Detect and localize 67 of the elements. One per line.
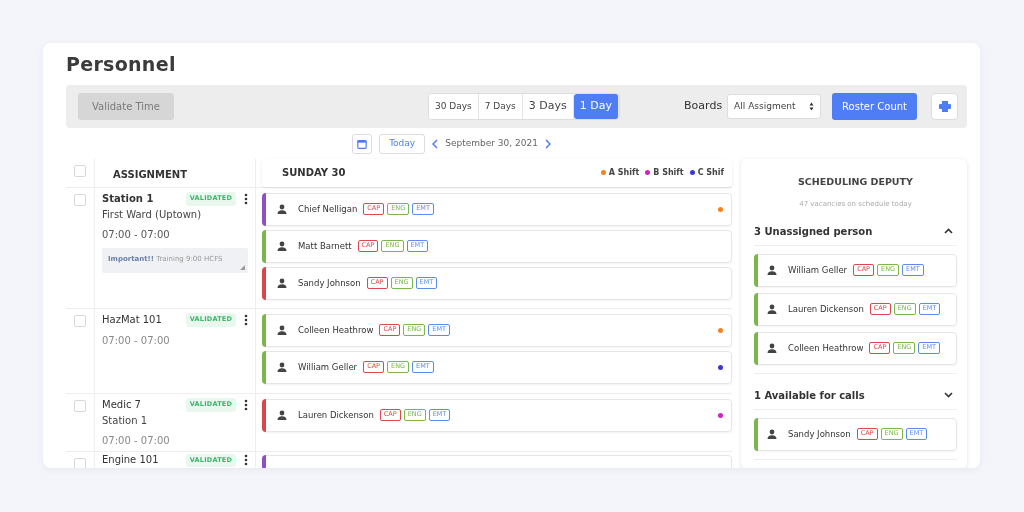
person-name: Lauren Dickenson — [298, 408, 374, 422]
range-tab[interactable]: 1 Day — [573, 93, 619, 119]
next-button[interactable] — [544, 138, 551, 149]
person-name: Colleen Heathrow — [788, 341, 864, 355]
person-icon — [277, 362, 287, 373]
assignment-name: Station 1 — [102, 192, 154, 205]
print-button[interactable] — [931, 92, 958, 120]
section-title: 1 Available for calls — [754, 388, 865, 403]
more-icon[interactable] — [244, 454, 248, 467]
chevron-down-icon — [944, 392, 953, 399]
assignment-name: HazMat 101 — [102, 313, 162, 326]
column-header: ASSIGNMENT — [95, 158, 256, 187]
person-name: Sandy Johnson — [298, 276, 361, 290]
collapse-toggle[interactable] — [944, 392, 953, 399]
resize-handle-icon[interactable] — [240, 265, 245, 271]
person-icon — [277, 410, 287, 421]
assignment-location: Station 1 — [102, 414, 149, 427]
person-icon — [277, 325, 287, 336]
row-checkbox[interactable] — [74, 314, 86, 327]
more-icon[interactable] — [244, 398, 248, 411]
legend-label: B Shift — [653, 166, 684, 179]
person-name: Lauren Dickenson — [788, 302, 864, 316]
person-icon — [767, 429, 777, 440]
assignment-name: Medic 7 — [102, 398, 141, 411]
select-all-checkbox[interactable] — [74, 164, 86, 177]
select-arrows-icon — [809, 101, 815, 111]
person-icon — [767, 304, 777, 315]
boards-label: Boards — [684, 98, 723, 115]
legend-label: C Shif — [697, 166, 724, 179]
today-button[interactable]: Today — [379, 133, 426, 154]
more-icon[interactable] — [244, 192, 248, 205]
person-icon — [277, 278, 287, 289]
row-checkbox[interactable] — [74, 457, 86, 468]
person-name: Matt Barnett — [298, 239, 352, 253]
person-name: Sandy Johnson — [788, 427, 851, 441]
person-icon — [767, 265, 777, 276]
assignment-name: Engine 101 — [102, 454, 159, 467]
person-name: Colleen Heathrow — [298, 323, 374, 337]
roster-count-button[interactable]: Roster Count — [832, 92, 917, 120]
row-checkbox[interactable] — [74, 399, 86, 412]
person-name: William Geller — [298, 360, 358, 374]
calendar-button[interactable] — [352, 133, 373, 154]
person-icon — [767, 343, 777, 354]
assignment-location: First Ward (Uptown) — [102, 208, 203, 221]
day-header: SUNDAY 30 — [282, 166, 346, 181]
legend-label: A Shift — [608, 166, 640, 179]
current-date: September 30, 2021 — [445, 137, 538, 151]
person-icon — [277, 204, 287, 215]
person-name: Chief Nelligan — [298, 202, 358, 216]
shift-time: 07:00 - 07:00 — [102, 334, 171, 347]
panel-title: SCHEDULING DEPUTY — [797, 174, 914, 189]
chevron-right-icon — [544, 138, 551, 149]
more-icon[interactable] — [244, 313, 248, 326]
person-icon — [277, 241, 287, 252]
shift-time: 07:00 - 07:00 — [102, 434, 171, 447]
chevron-up-icon — [944, 228, 953, 235]
previous-button[interactable] — [432, 138, 439, 149]
shift-time: 07:00 - 07:00 — [102, 228, 171, 241]
person-name: William Geller — [788, 263, 848, 277]
calendar-icon — [357, 138, 368, 149]
chevron-left-icon — [432, 138, 439, 149]
collapse-toggle[interactable] — [944, 228, 953, 235]
range-tab[interactable]: 30 Days — [428, 93, 479, 119]
section-title: 3 Unassigned person — [754, 224, 873, 239]
boards-select[interactable]: All Assigment — [727, 93, 822, 119]
page-title: Personnel — [66, 53, 177, 76]
row-checkbox[interactable] — [74, 193, 86, 206]
